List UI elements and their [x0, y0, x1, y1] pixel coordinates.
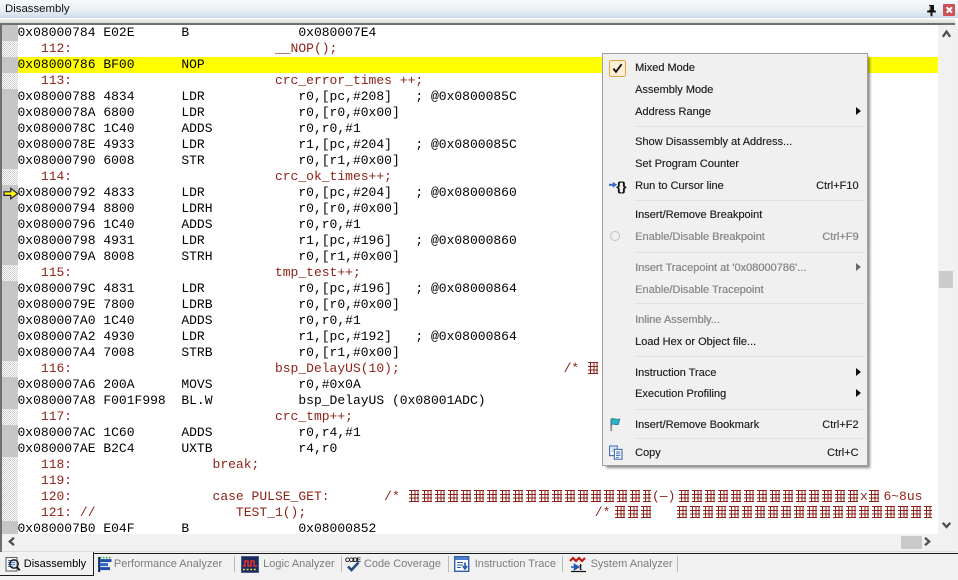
- svg-text:CODE: CODE: [345, 557, 362, 564]
- svg-text:{}: {}: [616, 179, 626, 194]
